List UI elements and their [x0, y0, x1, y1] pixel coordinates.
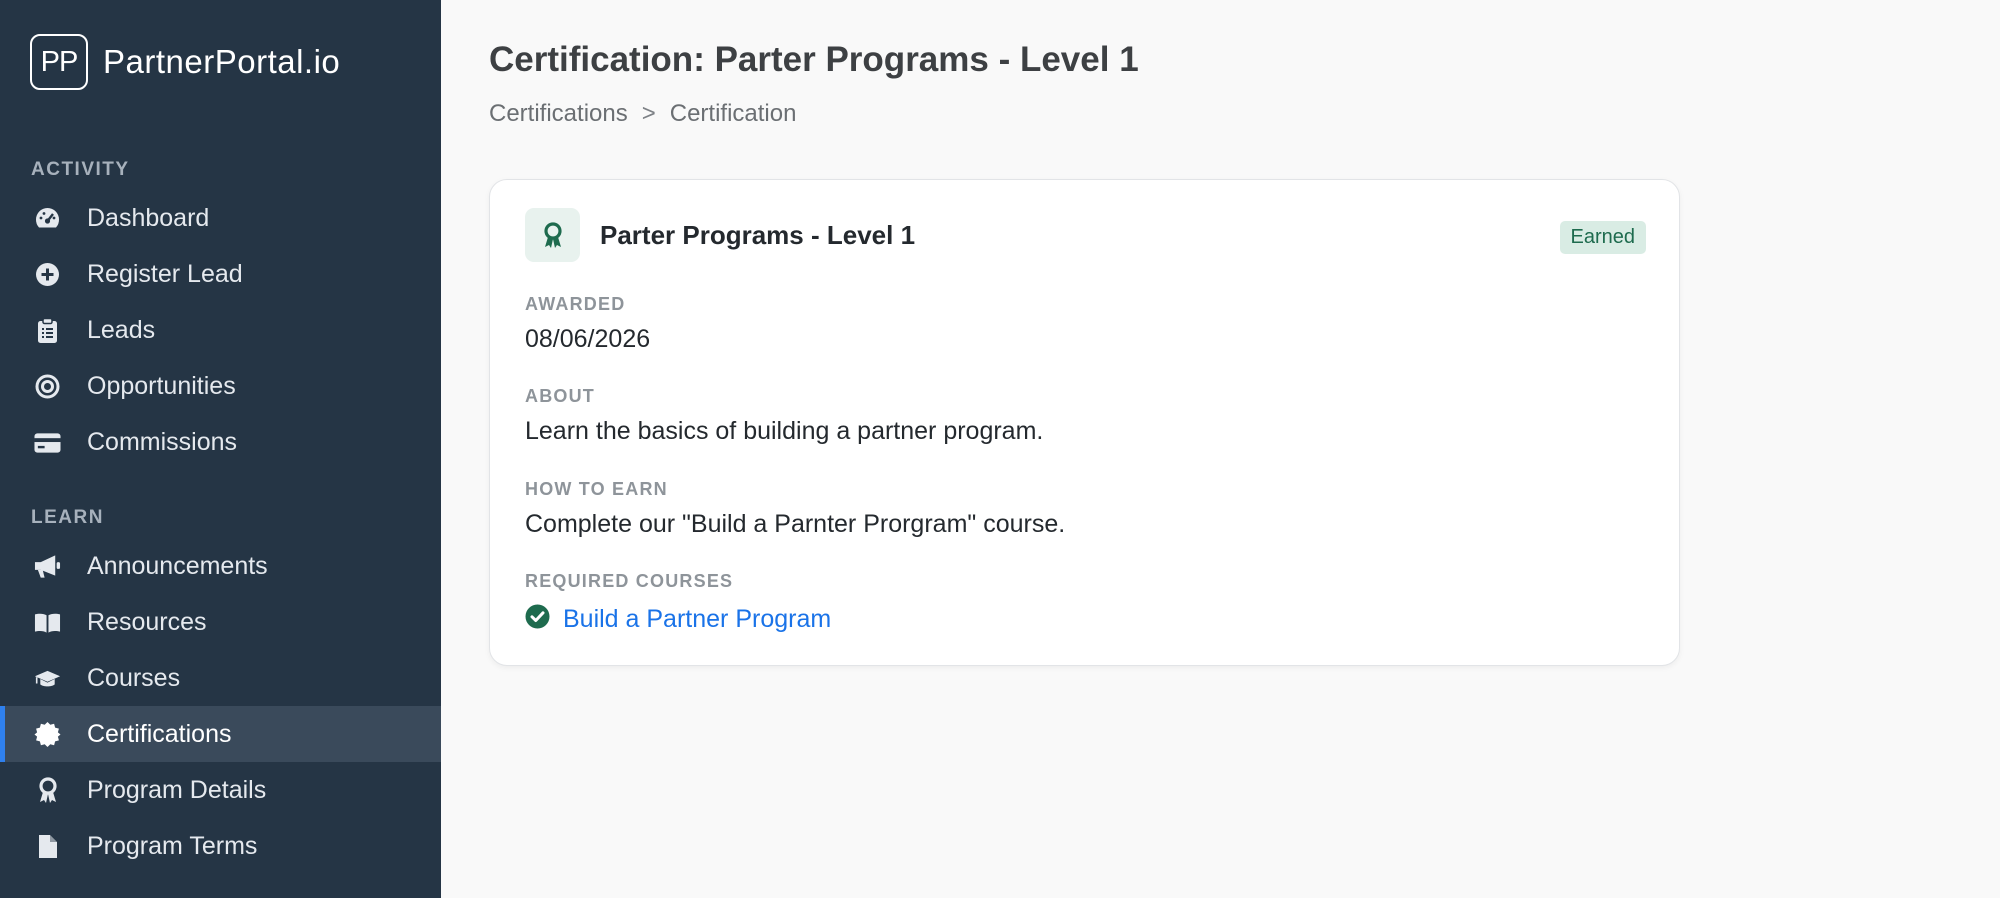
- dashboard-gauge-icon: [34, 205, 61, 232]
- status-badge: Earned: [1559, 221, 1646, 254]
- how-to-earn-label: HOW TO EARN: [525, 479, 668, 499]
- award-ribbon-icon: [525, 208, 580, 262]
- target-icon: [34, 373, 61, 400]
- required-course-link[interactable]: Build a Partner Program: [563, 605, 831, 634]
- sidebar-item-leads[interactable]: Leads: [0, 302, 441, 358]
- certificate-icon: [34, 721, 61, 748]
- brand-logo: PP: [30, 34, 88, 90]
- awarded-label: AWARDED: [525, 294, 626, 314]
- breadcrumb-separator: >: [641, 100, 656, 127]
- sidebar: PP PartnerPortal.io ACTIVITY Dashboard R…: [0, 0, 441, 898]
- section-label-learn: LEARN: [31, 507, 104, 528]
- certification-card: Parter Programs - Level 1 Earned AWARDED…: [489, 179, 1680, 666]
- sidebar-item-label: Opportunities: [87, 371, 236, 400]
- about-value: Learn the basics of building a partner p…: [525, 417, 1044, 445]
- how-to-earn-value: Complete our "Build a Parnter Prorgram" …: [525, 510, 1066, 538]
- about-label: ABOUT: [525, 386, 595, 406]
- breadcrumb: Certifications > Certification: [489, 100, 796, 128]
- sidebar-item-announcements[interactable]: Announcements: [0, 538, 441, 594]
- sidebar-item-label: Register Lead: [87, 259, 243, 288]
- sidebar-item-program-details[interactable]: Program Details: [0, 762, 441, 818]
- sidebar-item-program-terms[interactable]: Program Terms: [0, 818, 441, 874]
- required-course-item: Build a Partner Program: [525, 604, 831, 634]
- check-circle-icon: [525, 604, 550, 634]
- sidebar-item-label: Announcements: [87, 551, 268, 580]
- brand[interactable]: PP PartnerPortal.io: [30, 34, 340, 90]
- breadcrumb-link-certifications[interactable]: Certifications: [489, 100, 628, 128]
- sidebar-item-label: Program Terms: [87, 831, 258, 860]
- sidebar-item-label: Courses: [87, 663, 181, 692]
- sidebar-item-courses[interactable]: Courses: [0, 650, 441, 706]
- sidebar-item-label: Program Details: [87, 775, 267, 804]
- page-title: Certification: Parter Programs - Level 1: [489, 40, 1139, 79]
- awarded-value: 08/06/2026: [525, 325, 651, 353]
- sidebar-item-commissions[interactable]: Commissions: [0, 414, 441, 470]
- sidebar-item-label: Dashboard: [87, 203, 210, 232]
- sidebar-item-certifications[interactable]: Certifications: [0, 706, 441, 762]
- sidebar-item-register-lead[interactable]: Register Lead: [0, 246, 441, 302]
- award-ribbon-icon: [34, 777, 61, 804]
- book-icon: [34, 609, 61, 636]
- sidebar-item-resources[interactable]: Resources: [0, 594, 441, 650]
- sidebar-item-opportunities[interactable]: Opportunities: [0, 358, 441, 414]
- megaphone-icon: [34, 553, 61, 580]
- main-content: Certification: Parter Programs - Level 1…: [441, 0, 2000, 898]
- sidebar-item-dashboard[interactable]: Dashboard: [0, 190, 441, 246]
- brand-name: PartnerPortal.io: [103, 43, 341, 80]
- required-courses-label: REQUIRED COURSES: [525, 571, 734, 591]
- clipboard-icon: [34, 317, 61, 344]
- sidebar-item-label: Certifications: [87, 719, 232, 748]
- sidebar-item-label: Resources: [87, 607, 207, 636]
- sidebar-item-label: Leads: [87, 315, 156, 344]
- credit-card-icon: [34, 429, 61, 456]
- document-icon: [34, 833, 61, 860]
- plus-circle-icon: [34, 261, 61, 288]
- certification-title: Parter Programs - Level 1: [600, 220, 916, 250]
- graduation-cap-icon: [34, 665, 61, 692]
- sidebar-item-label: Commissions: [87, 427, 238, 456]
- breadcrumb-current: Certification: [669, 100, 797, 127]
- section-label-activity: ACTIVITY: [31, 159, 130, 180]
